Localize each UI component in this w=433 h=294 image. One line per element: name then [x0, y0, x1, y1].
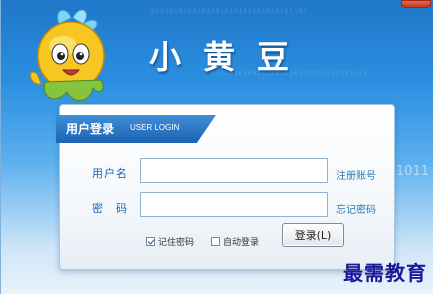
- remember-password-label: 记住密码: [158, 238, 195, 248]
- username-label: 用户名: [92, 167, 128, 180]
- login-panel: 用户登录 USER LOGIN 用户名 注册账号 密 码 忘记密码 记住密码 自…: [56, 104, 395, 270]
- password-label: 密 码: [92, 202, 128, 215]
- remember-password-option[interactable]: 记住密码: [146, 235, 194, 248]
- auto-login-option[interactable]: 自动登录: [211, 235, 259, 248]
- remember-password-checkbox[interactable]: [146, 237, 155, 246]
- auto-login-checkbox[interactable]: [211, 237, 220, 246]
- login-button[interactable]: 登录(L): [282, 223, 344, 247]
- app-title: 小黄豆: [149, 38, 312, 76]
- panel-header: 用户登录 USER LOGIN: [56, 115, 216, 143]
- register-link[interactable]: 注册账号: [336, 167, 376, 182]
- password-input[interactable]: [140, 192, 328, 217]
- binary-decoration: 0101010100101101010110101010101101: [151, 8, 308, 15]
- mascot-logo: [30, 9, 105, 101]
- forgot-password-link[interactable]: 忘记密码: [336, 201, 376, 216]
- close-button[interactable]: [401, 0, 431, 8]
- username-input[interactable]: [140, 158, 328, 183]
- panel-header-title: 用户登录: [66, 122, 115, 136]
- auto-login-label: 自动登录: [223, 238, 260, 248]
- background-digits: 1011: [395, 164, 429, 179]
- panel-header-subtitle: USER LOGIN: [130, 123, 180, 132]
- login-window: 0101010100101101010110101010101101 01010…: [0, 0, 433, 294]
- watermark: 最需教育: [343, 261, 427, 285]
